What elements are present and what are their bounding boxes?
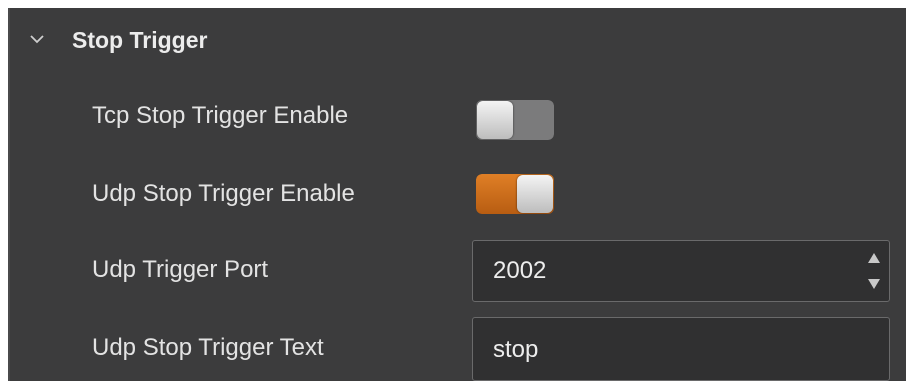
udp-trigger-port-value[interactable]: 2002	[493, 257, 546, 285]
toggle-knob	[477, 101, 513, 139]
udp-stop-trigger-text-value[interactable]: stop	[493, 336, 538, 364]
spin-up-icon	[868, 253, 880, 263]
spin-down-icon	[868, 279, 880, 289]
udp-stop-trigger-text-label: Udp Stop Trigger Text	[92, 334, 324, 361]
chevron-down-icon[interactable]	[30, 32, 44, 46]
tcp-stop-trigger-enable-label: Tcp Stop Trigger Enable	[92, 102, 349, 129]
udp-stop-trigger-enable-toggle[interactable]	[476, 174, 554, 214]
section-header-stop-trigger[interactable]: Stop Trigger	[10, 8, 906, 72]
toggle-knob	[517, 175, 553, 213]
udp-trigger-port-field[interactable]: 2002	[472, 240, 890, 302]
udp-stop-trigger-enable-label: Udp Stop Trigger Enable	[92, 180, 355, 207]
stop-trigger-panel: Stop Trigger Tcp Stop Trigger Enable Udp…	[8, 8, 906, 381]
spinner-icon[interactable]	[867, 247, 881, 295]
section-title: Stop Trigger	[72, 27, 208, 53]
udp-stop-trigger-text-field[interactable]: stop	[472, 317, 890, 381]
udp-trigger-port-label: Udp Trigger Port	[92, 256, 269, 283]
tcp-stop-trigger-enable-toggle[interactable]	[476, 100, 554, 140]
